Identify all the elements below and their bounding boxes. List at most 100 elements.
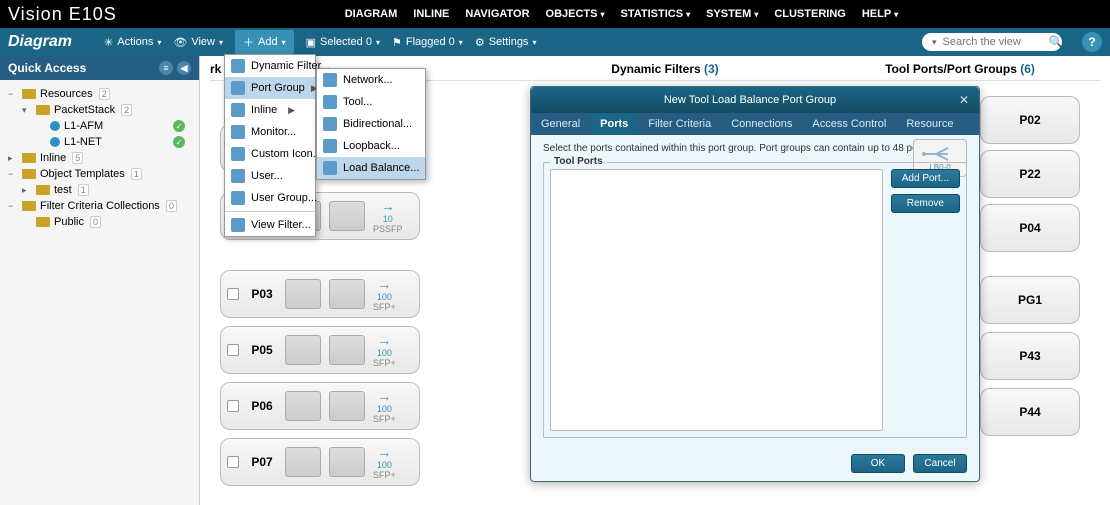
tree-item-resources[interactable]: −Resources2 xyxy=(4,86,195,102)
add-menu-dynamic-filter-[interactable]: Dynamic Filter... xyxy=(225,55,315,77)
portgroup-menu-load-balance-[interactable]: Load Balance... xyxy=(317,157,425,179)
close-icon[interactable]: ✕ xyxy=(959,93,969,107)
tool-port-PG1[interactable]: PG1 xyxy=(980,276,1080,324)
portgroup-menu-network-[interactable]: Network... xyxy=(317,69,425,91)
dialog-tab-access-control[interactable]: Access Control xyxy=(802,113,896,135)
add-menu-port-group[interactable]: Port Group▶ xyxy=(225,77,315,99)
tree-item-packetstack[interactable]: ▾PacketStack2 xyxy=(4,102,195,118)
search-icon[interactable]: 🔍 xyxy=(1049,35,1064,49)
chevron-down-icon: ▾ xyxy=(754,10,758,19)
flagged-menu[interactable]: ⚑Flagged 0▾ xyxy=(392,36,463,49)
topmenu-inline[interactable]: INLINE xyxy=(413,8,449,20)
topmenu-help[interactable]: HELP▾ xyxy=(862,8,898,20)
dialog-tab-resource[interactable]: Resource xyxy=(896,113,963,135)
view-menu[interactable]: 👁View▾ xyxy=(173,36,223,49)
expand-icon[interactable]: ▸ xyxy=(8,153,18,164)
topmenu-diagram[interactable]: DIAGRAM xyxy=(345,8,398,20)
menu-item-icon xyxy=(323,95,337,109)
expand-icon[interactable]: ▸ xyxy=(22,185,32,196)
cancel-button[interactable]: Cancel xyxy=(913,454,967,473)
expand-icon[interactable]: − xyxy=(8,169,18,179)
port-label: P06 xyxy=(247,399,277,413)
tree-item-test[interactable]: ▸test1 xyxy=(4,182,195,198)
topmenu-navigator[interactable]: NAVIGATOR xyxy=(465,8,529,20)
port-box-P05[interactable]: P05→100SFP+ xyxy=(220,326,420,374)
menu-item-icon xyxy=(231,81,245,95)
tree-label: L1-AFM xyxy=(64,120,103,132)
selected-menu[interactable]: ▣Selected 0▾ xyxy=(306,36,380,49)
portgroup-menu-loopback-[interactable]: Loopback... xyxy=(317,135,425,157)
add-menu-custom-icon-[interactable]: Custom Icon... xyxy=(225,143,315,165)
tool-ports-listbox[interactable] xyxy=(550,169,883,431)
tree-item-l1-net[interactable]: L1-NET✓ xyxy=(4,134,195,150)
tree-item-inline[interactable]: ▸Inline5 xyxy=(4,150,195,166)
port-tag-icon xyxy=(227,344,239,356)
tree-item-object-templates[interactable]: −Object Templates1 xyxy=(4,166,195,182)
dialog-tab-filter-criteria[interactable]: Filter Criteria xyxy=(638,113,721,135)
add-menu[interactable]: ＋Add▾ xyxy=(235,30,294,54)
sidebar-tree: −Resources2▾PacketStack2L1-AFM✓L1-NET✓▸I… xyxy=(0,80,199,236)
port-thumb-icon xyxy=(285,447,321,477)
search-box[interactable]: ▾ 🔍 xyxy=(922,33,1062,51)
expand-icon[interactable]: − xyxy=(8,89,18,99)
expand-icon[interactable]: ▾ xyxy=(22,105,32,116)
tool-port-P04[interactable]: P04 xyxy=(980,204,1080,252)
menu-item-icon xyxy=(231,191,245,205)
eye-icon: 👁 xyxy=(173,36,187,49)
add-menu-user-[interactable]: User... xyxy=(225,165,315,187)
add-menu-inline[interactable]: Inline▶ xyxy=(225,99,315,121)
loadbalance-icon xyxy=(920,145,960,163)
topmenu-system[interactable]: SYSTEM▾ xyxy=(706,8,758,20)
tool-port-P43[interactable]: P43 xyxy=(980,332,1080,380)
actions-menu[interactable]: ✳Actions▾ xyxy=(104,36,161,49)
chevron-down-icon: ▾ xyxy=(601,10,605,19)
tree-item-l1-afm[interactable]: L1-AFM✓ xyxy=(4,118,195,134)
add-menu-user-group-[interactable]: User Group... xyxy=(225,187,315,209)
portgroup-menu-bidirectional-[interactable]: Bidirectional... xyxy=(317,113,425,135)
expand-icon[interactable]: − xyxy=(8,201,18,211)
col-tool-ports: Tool Ports/Port Groups xyxy=(885,62,1017,76)
sidebar-collapse-icon[interactable]: ◀ xyxy=(177,61,191,75)
ok-button[interactable]: OK xyxy=(851,454,905,473)
add-port-button[interactable]: Add Port... xyxy=(891,169,960,188)
dialog-titlebar[interactable]: New Tool Load Balance Port Group ✕ xyxy=(531,87,979,113)
port-speed: →100SFP+ xyxy=(373,332,396,368)
dialog-new-port-group: New Tool Load Balance Port Group ✕ Gener… xyxy=(530,86,980,482)
port-label: P07 xyxy=(247,455,277,469)
sidebar-title: Quick Access xyxy=(8,61,86,75)
settings-menu[interactable]: ⚙Settings▾ xyxy=(475,36,537,49)
topmenu-clustering[interactable]: CLUSTERING xyxy=(774,8,846,20)
port-group-submenu: Network...Tool...Bidirectional...Loopbac… xyxy=(316,68,426,180)
dialog-title-text: New Tool Load Balance Port Group xyxy=(541,94,959,106)
topmenu-statistics[interactable]: STATISTICS▾ xyxy=(621,8,691,20)
dialog-tab-general[interactable]: General xyxy=(531,113,590,135)
port-device-icon xyxy=(329,335,365,365)
dialog-tab-connections[interactable]: Connections xyxy=(721,113,802,135)
dialog-tab-ports[interactable]: Ports xyxy=(590,113,638,135)
tree-item-public[interactable]: Public0 xyxy=(4,214,195,230)
menu-item-icon xyxy=(231,103,245,117)
topmenu-objects[interactable]: OBJECTS▾ xyxy=(546,8,605,20)
help-button[interactable]: ? xyxy=(1082,32,1102,52)
tool-port-P22[interactable]: P22 xyxy=(980,150,1080,198)
tree-label: PacketStack xyxy=(54,104,115,116)
port-box-P07[interactable]: P07→100SFP+ xyxy=(220,438,420,486)
add-menu-view-filter-[interactable]: View Filter... xyxy=(225,214,315,236)
tool-port-P02[interactable]: P02 xyxy=(980,96,1080,144)
port-box-P03[interactable]: P03→100SFP+ xyxy=(220,270,420,318)
app-topbar: Vision E10S DIAGRAM INLINE NAVIGATOR OBJ… xyxy=(0,0,1110,28)
tree-item-filter-criteria-collections[interactable]: −Filter Criteria Collections0 xyxy=(4,198,195,214)
portgroup-menu-tool-[interactable]: Tool... xyxy=(317,91,425,113)
menu-item-icon xyxy=(231,147,245,161)
flag-icon: ⚑ xyxy=(392,36,402,49)
search-input[interactable] xyxy=(943,36,1043,48)
remove-button[interactable]: Remove xyxy=(891,194,960,213)
port-tag-icon xyxy=(227,400,239,412)
menu-item-icon xyxy=(323,161,337,175)
tool-port-P44[interactable]: P44 xyxy=(980,388,1080,436)
sidebar-menu-icon[interactable]: ≡ xyxy=(159,61,173,75)
menu-item-icon xyxy=(231,125,245,139)
port-box-P06[interactable]: P06→100SFP+ xyxy=(220,382,420,430)
port-label: P02 xyxy=(1019,113,1040,127)
add-menu-monitor-[interactable]: Monitor... xyxy=(225,121,315,143)
